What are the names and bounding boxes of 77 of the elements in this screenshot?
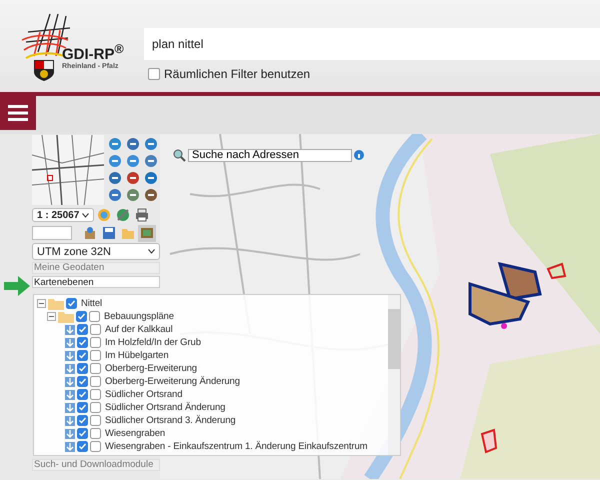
download-icon[interactable] [65, 324, 75, 334]
tree-item[interactable]: Südlicher Ortsrand Änderung [105, 402, 226, 413]
filter-label: Räumlichen Filter benutzen [164, 67, 310, 81]
query-checkbox[interactable] [90, 376, 101, 387]
address-search-field[interactable]: Suche nach Adressen [188, 148, 352, 162]
coordinate-field[interactable] [32, 226, 72, 240]
download-icon[interactable] [65, 428, 75, 438]
layer-checkbox[interactable] [77, 402, 88, 413]
overview-map[interactable] [32, 135, 104, 205]
layer-checkbox[interactable] [77, 376, 88, 387]
collapse-icon[interactable] [37, 299, 46, 308]
layer-checkbox[interactable] [77, 415, 88, 426]
chevron-down-icon [82, 212, 89, 218]
folder-icon [58, 310, 74, 322]
tree-item[interactable]: Wiesengraben - Einkaufszentrum 1. Änderung Einkaufszentrum [105, 441, 368, 452]
search-field[interactable]: plan nittel [144, 28, 600, 60]
layer-checkbox[interactable] [77, 324, 88, 335]
layer-checkbox[interactable] [77, 363, 88, 374]
folder-icon [48, 298, 64, 310]
section-header: Meine Geodaten [32, 262, 160, 274]
projection-select[interactable]: UTM zone 32N [32, 243, 160, 260]
query-checkbox[interactable] [90, 415, 101, 426]
tree-item[interactable]: Oberberg-Erweiterung [105, 363, 197, 374]
print-icon[interactable] [133, 206, 151, 224]
outline-polygon[interactable] [546, 262, 566, 280]
extent-marker-icon [47, 175, 53, 181]
address-search-icon[interactable] [172, 148, 186, 162]
menu-button[interactable] [0, 96, 36, 130]
pointer-arrow-icon [4, 276, 30, 296]
download-icon[interactable] [65, 376, 75, 386]
download-icon[interactable] [65, 364, 75, 374]
refresh-icon[interactable] [95, 206, 113, 224]
query-checkbox[interactable] [90, 389, 101, 400]
layer-checkbox[interactable] [77, 350, 88, 361]
layer-checkbox[interactable] [66, 298, 77, 309]
help-icon[interactable] [354, 150, 364, 160]
download-icon[interactable] [65, 338, 75, 348]
tree-item[interactable]: Im Hübelgarten [105, 350, 169, 361]
scrollbar[interactable] [388, 295, 400, 455]
tree-item[interactable]: Südlicher Ortsrand [105, 389, 182, 400]
save-icon[interactable] [100, 224, 118, 242]
query-checkbox[interactable] [90, 441, 101, 452]
tree-item[interactable]: Wiesengraben [105, 428, 166, 439]
layers-field[interactable]: Kartenebenen [32, 276, 160, 288]
query-checkbox[interactable] [90, 350, 101, 361]
chevron-down-icon [148, 249, 155, 254]
query-checkbox[interactable] [90, 324, 101, 335]
layer-checkbox[interactable] [77, 441, 88, 452]
tree-item[interactable]: Nittel [81, 298, 102, 309]
download-icon[interactable] [65, 390, 75, 400]
outline-polygon[interactable] [480, 428, 498, 454]
collapse-icon[interactable] [47, 312, 56, 321]
tree-item[interactable]: Im Holzfeld/In der Grub [105, 337, 201, 348]
tree-item[interactable]: Auf der Kalkkaul [105, 324, 173, 335]
layer-checkbox[interactable] [76, 311, 87, 322]
modules-header[interactable]: Such- und Downloadmodule [32, 459, 160, 471]
download-icon[interactable] [65, 350, 75, 360]
download-icon[interactable] [65, 416, 75, 426]
tree-item[interactable]: Oberberg-Erweiterung Änderung [105, 376, 240, 387]
layer-checkbox[interactable] [77, 428, 88, 439]
logo-title: GDI-RP$^{®}$ [62, 41, 124, 63]
plan-area-polygons-drawing[interactable] [468, 262, 542, 329]
query-checkbox[interactable] [90, 428, 101, 439]
query-checkbox[interactable] [90, 402, 101, 413]
download-icon[interactable] [65, 442, 75, 452]
filter-checkbox[interactable] [148, 68, 160, 80]
layer-checkbox[interactable] [77, 337, 88, 348]
scale-select[interactable]: 1 : 25067 [32, 208, 94, 222]
query-checkbox[interactable] [89, 311, 100, 322]
query-checkbox[interactable] [90, 337, 101, 348]
download-icon[interactable] [65, 402, 75, 412]
tree-item[interactable]: Südlicher Ortsrand 3. Änderung [105, 415, 236, 426]
layer-checkbox[interactable] [77, 389, 88, 400]
image-icon[interactable] [138, 224, 156, 242]
query-checkbox[interactable] [90, 363, 101, 374]
tree-item[interactable]: Bebauungspläne [104, 311, 174, 322]
menu-icon [8, 105, 28, 121]
